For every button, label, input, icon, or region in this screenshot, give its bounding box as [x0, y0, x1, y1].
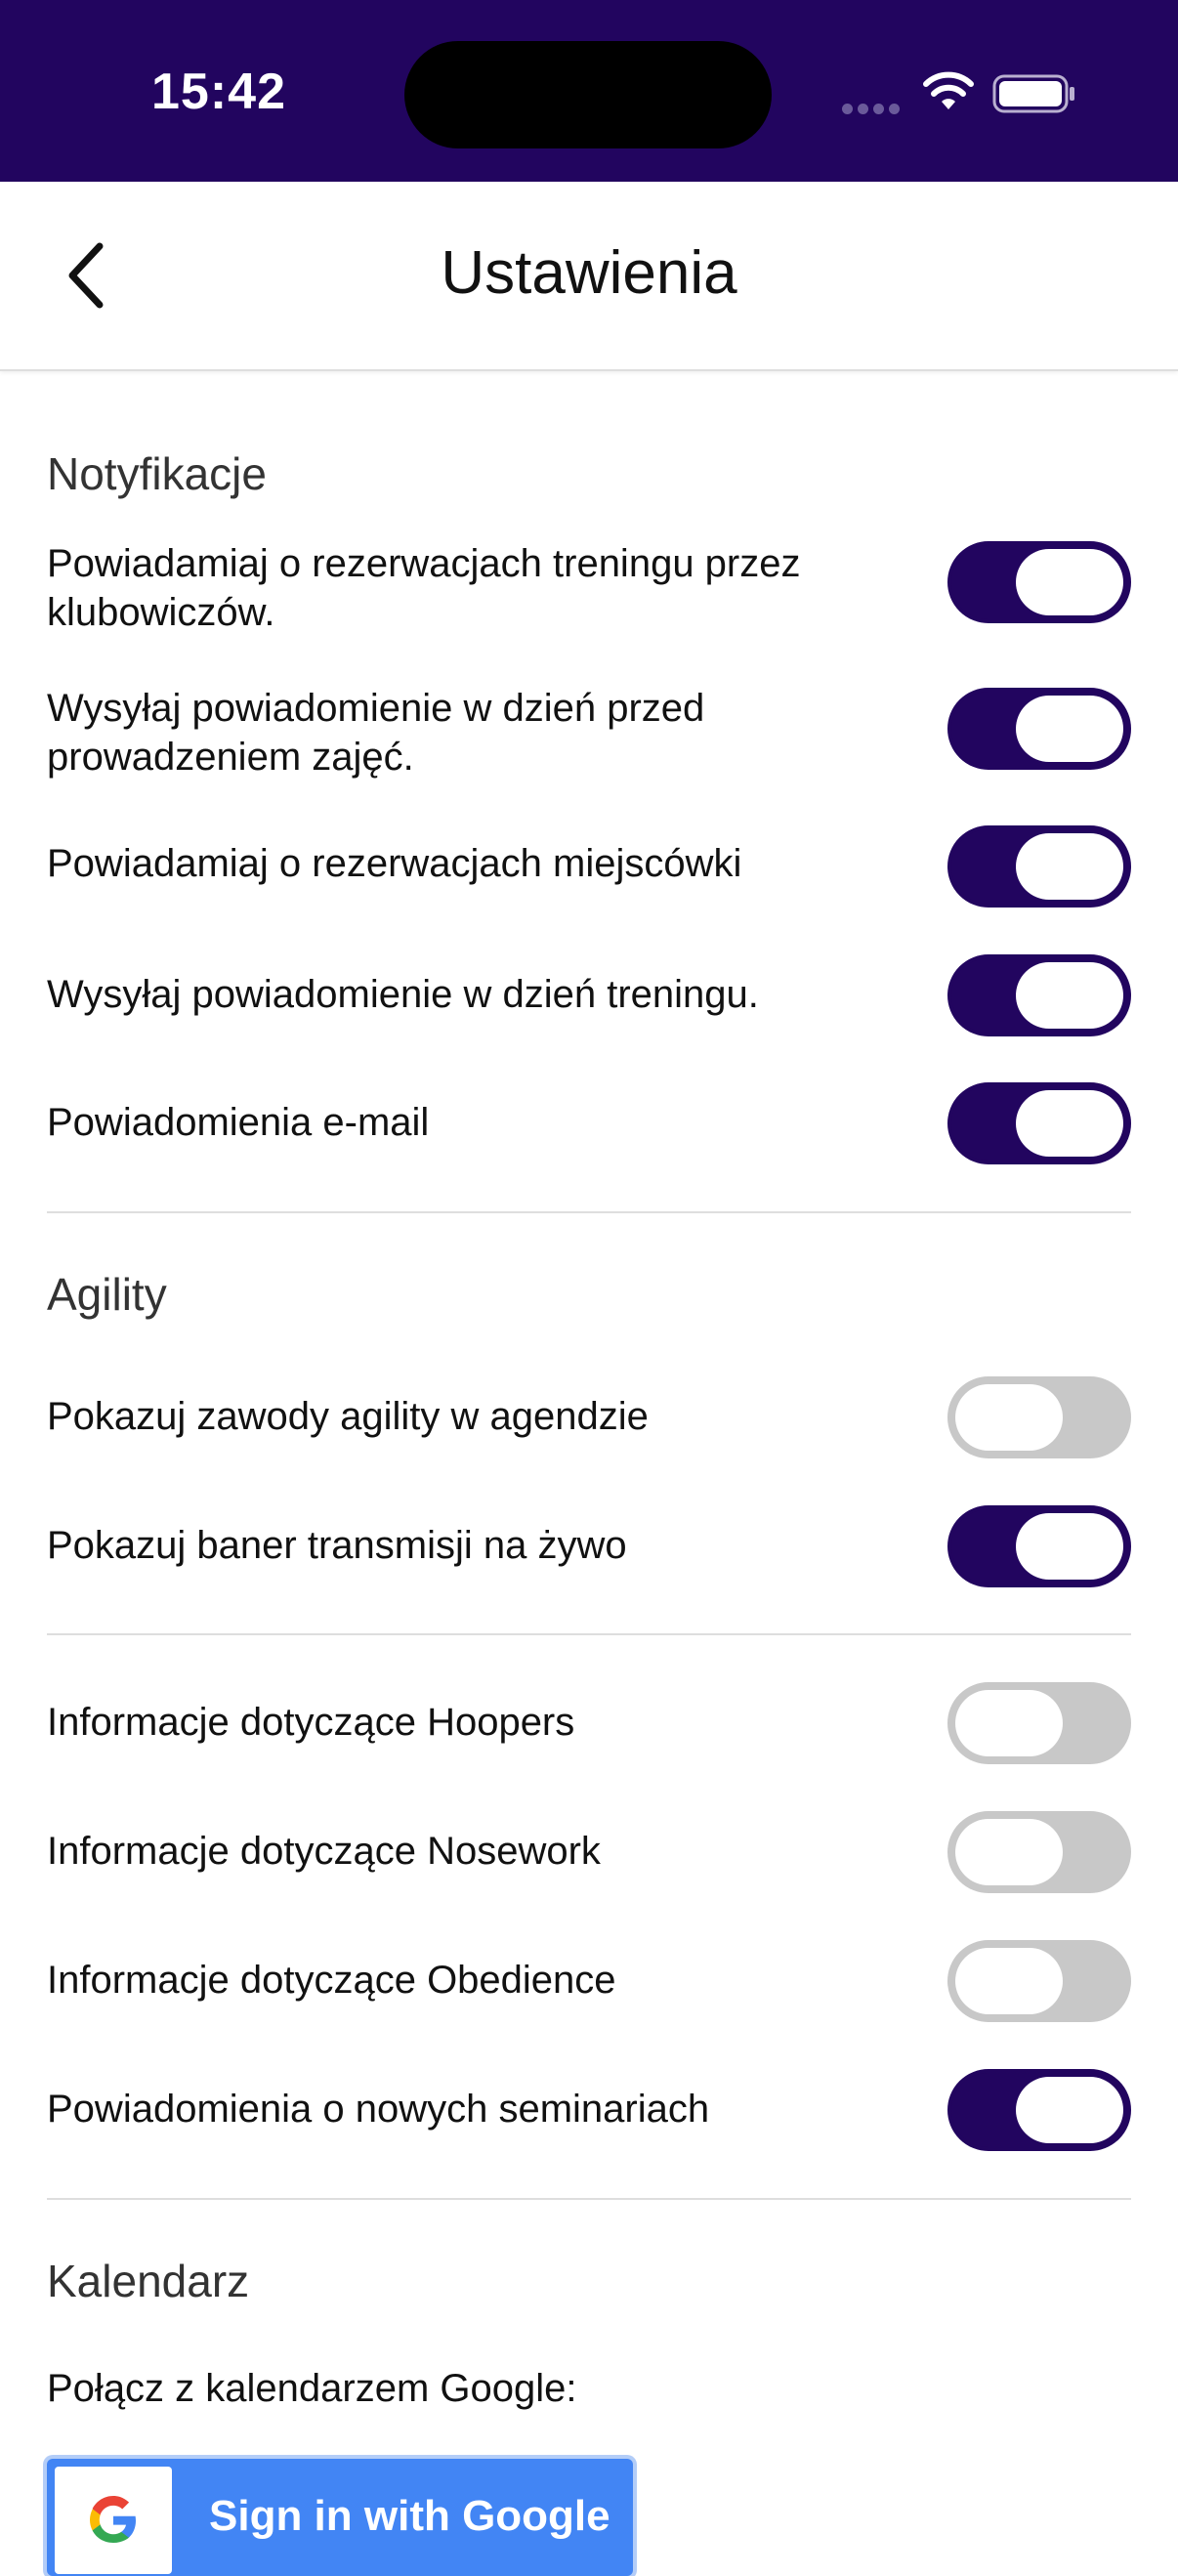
setting-row-spot-reservations: Powiadamiaj o rezerwacjach miejscówki [47, 825, 1131, 908]
toggle-obedience[interactable] [947, 1940, 1131, 2022]
setting-label: Powiadomienia o nowych seminariach [47, 2088, 710, 2131]
toggle-hoopers[interactable] [947, 1682, 1131, 1764]
toggle-nosework[interactable] [947, 1811, 1131, 1893]
google-calendar-connect-label: Połącz z kalendarzem Google: [47, 2367, 577, 2410]
toggle-training-reservations[interactable] [947, 541, 1131, 623]
status-bar: 15:42 [0, 0, 1178, 182]
section-divider [47, 2198, 1131, 2200]
google-logo-container [55, 2467, 172, 2574]
toggle-seminars[interactable] [947, 2069, 1131, 2151]
google-logo-icon [90, 2496, 136, 2543]
toggle-knob [1016, 549, 1123, 615]
battery-icon [992, 74, 1074, 113]
setting-label: Pokazuj zawody agility w agendzie [47, 1395, 649, 1438]
setting-label: Wysyłaj powiadomienie w dzień przed prow… [47, 687, 705, 779]
toggle-knob [1016, 833, 1123, 900]
toggle-email-notifications[interactable] [947, 1082, 1131, 1164]
toggle-spot-reservations[interactable] [947, 825, 1131, 908]
toggle-knob [1016, 1090, 1123, 1157]
toggle-agility-competitions[interactable] [947, 1376, 1131, 1458]
setting-label: Powiadamiaj o rezerwacjach treningu prze… [47, 542, 801, 634]
setting-row-training-day: Wysyłaj powiadomienie w dzień treningu. [47, 954, 1131, 1036]
toggle-knob [1016, 1513, 1123, 1580]
setting-row-obedience: Informacje dotyczące Obedience [47, 1940, 1131, 2022]
setting-label: Powiadomienia e-mail [47, 1101, 430, 1144]
toggle-day-before-classes[interactable] [947, 688, 1131, 770]
setting-label: Informacje dotyczące Obedience [47, 1959, 616, 2002]
section-title-calendar: Kalendarz [47, 2256, 250, 2306]
section-title-agility: Agility [47, 1269, 167, 1320]
setting-row-hoopers: Informacje dotyczące Hoopers [47, 1682, 1131, 1764]
setting-row-agility-competitions: Pokazuj zawody agility w agendzie [47, 1376, 1131, 1458]
navigation-bar: Ustawienia [0, 182, 1178, 371]
section-divider [47, 1211, 1131, 1213]
setting-row-live-banner: Pokazuj baner transmisji na żywo [47, 1505, 1131, 1587]
setting-row-day-before-classes: Wysyłaj powiadomienie w dzień przed prow… [47, 684, 1131, 781]
setting-label: Informacje dotyczące Hoopers [47, 1701, 575, 1744]
toggle-knob [955, 1690, 1063, 1756]
toggle-live-banner[interactable] [947, 1505, 1131, 1587]
toggle-knob [955, 1819, 1063, 1885]
dynamic-island [404, 41, 772, 148]
setting-label: Informacje dotyczące Nosework [47, 1830, 601, 1873]
status-time: 15:42 [151, 63, 286, 120]
toggle-knob [1016, 962, 1123, 1029]
section-divider [47, 1633, 1131, 1635]
section-title-notifications: Notyfikacje [47, 448, 267, 499]
toggle-knob [955, 1948, 1063, 2014]
toggle-knob [955, 1384, 1063, 1451]
setting-label: Pokazuj baner transmisji na żywo [47, 1524, 627, 1567]
toggle-knob [1016, 2077, 1123, 2143]
setting-row-training-reservations: Powiadamiaj o rezerwacjach treningu prze… [47, 539, 1131, 637]
cellular-signal-icon [842, 102, 905, 119]
setting-row-email-notifications: Powiadomienia e-mail [47, 1082, 1131, 1164]
page-title: Ustawienia [441, 239, 737, 307]
google-sign-in-button[interactable]: Sign in with Google [47, 2459, 633, 2576]
setting-row-nosework: Informacje dotyczące Nosework [47, 1811, 1131, 1893]
toggle-knob [1016, 696, 1123, 762]
google-sign-in-label: Sign in with Google [209, 2492, 610, 2540]
toggle-training-day[interactable] [947, 954, 1131, 1036]
wifi-icon [923, 71, 974, 109]
setting-label: Wysyłaj powiadomienie w dzień treningu. [47, 973, 759, 1016]
setting-row-seminars: Powiadomienia o nowych seminariach [47, 2069, 1131, 2151]
setting-label: Powiadamiaj o rezerwacjach miejscówki [47, 842, 742, 885]
